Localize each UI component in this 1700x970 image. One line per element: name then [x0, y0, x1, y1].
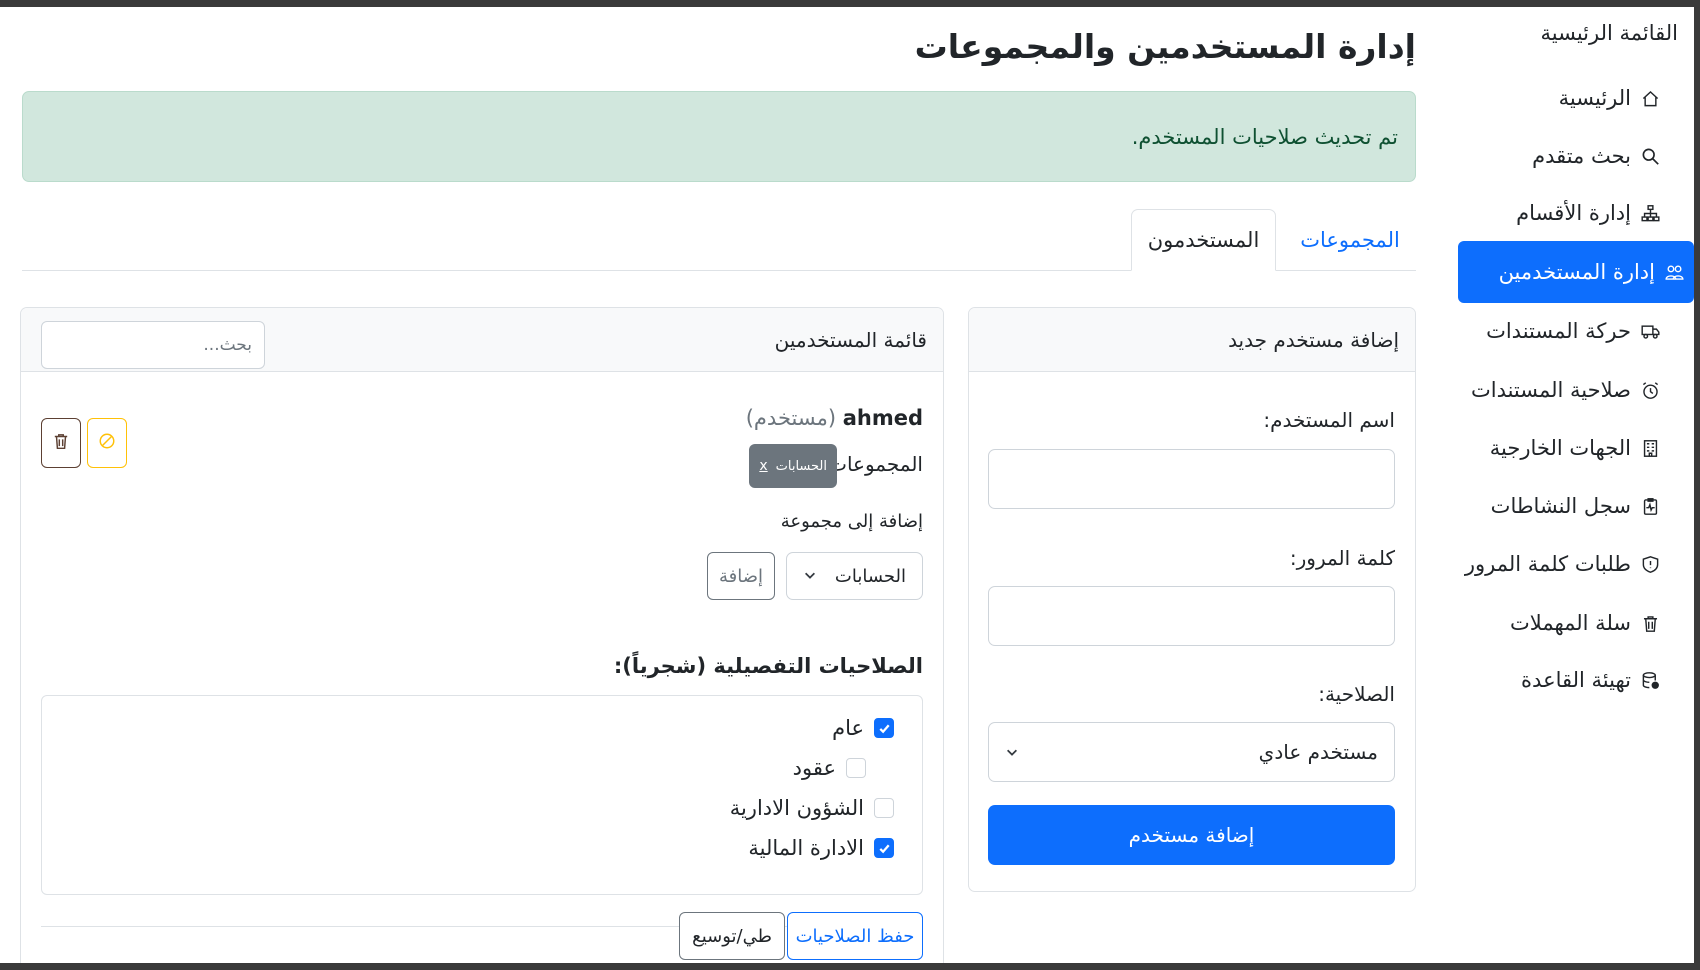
- sidebar-item-advanced-search[interactable]: بحث متقدم: [1434, 125, 1672, 187]
- sidebar-item-label: إدارة المستخدمين: [1498, 260, 1655, 284]
- password-label: كلمة المرور:: [1289, 546, 1395, 570]
- trash-icon: [52, 432, 70, 454]
- sidebar-item-trash[interactable]: سلة المهملات: [1434, 592, 1672, 654]
- truck-icon: [1640, 321, 1660, 341]
- sidebar-item-label: إدارة الأقسام: [1516, 201, 1631, 225]
- main-content: إدارة المستخدمين والمجموعات تم تحديث صلا…: [14, 7, 1416, 963]
- tab-groups[interactable]: المجموعات: [1286, 209, 1414, 271]
- users-list-title: قائمة المستخدمين: [774, 327, 927, 352]
- search-icon: [1640, 146, 1660, 166]
- sidebar-item-users[interactable]: إدارة المستخدمين: [1458, 241, 1694, 303]
- add-user-button[interactable]: إضافة مستخدم: [988, 805, 1395, 865]
- sidebar-item-label: حركة المستندات: [1486, 319, 1631, 343]
- sidebar-item-activity-log[interactable]: سجل النشاطات: [1434, 475, 1672, 537]
- permission-item-general[interactable]: عام: [832, 716, 894, 740]
- sidebar-item-label: صلاحية المستندات: [1470, 378, 1631, 402]
- shield-icon: [1640, 554, 1660, 574]
- page-title: إدارة المستخدمين والمجموعات: [914, 27, 1416, 66]
- sidebar-item-label: سجل النشاطات: [1490, 494, 1631, 518]
- sidebar-item-label: الرئيسية: [1558, 86, 1631, 110]
- sidebar-item-label: تهيئة القاعدة: [1521, 668, 1631, 692]
- group-select-value: الحسابات: [834, 565, 906, 587]
- sidebar-item-departments[interactable]: إدارة الأقسام: [1434, 182, 1672, 244]
- users-list-card: قائمة المستخدمين بحث... ahmed (مستخدم) ا…: [20, 307, 944, 963]
- permission-label: الشؤون الادارية: [729, 796, 864, 820]
- sidebar-item-password-requests[interactable]: طلبات كلمة المرور: [1434, 533, 1672, 595]
- checkbox-checked[interactable]: [874, 838, 894, 858]
- chevron-down-icon: [1005, 740, 1019, 764]
- diagram-icon: [1640, 203, 1660, 223]
- password-field[interactable]: [988, 586, 1395, 646]
- permission-item-administrative-affairs[interactable]: الشؤون الادارية: [730, 796, 894, 820]
- permissions-tree: عام عقود الشؤون الادارية الادارة المالية: [41, 695, 923, 895]
- people-icon: [1664, 262, 1684, 282]
- remove-group-button[interactable]: x: [759, 458, 767, 474]
- save-permissions-button[interactable]: حفظ الصلاحيات: [787, 912, 923, 960]
- group-badge-label: الحسابات: [775, 458, 827, 474]
- permission-label: عام: [832, 716, 864, 740]
- chevron-down-icon: [803, 566, 817, 587]
- app-window: القائمة الرئيسية الرئيسية بحث متقدم إدار…: [0, 7, 1700, 963]
- user-name: ahmed: [842, 406, 923, 430]
- sidebar-item-database-setup[interactable]: تهيئة القاعدة: [1434, 649, 1672, 711]
- toggle-tree-button[interactable]: طي/توسيع: [679, 912, 785, 960]
- users-list-card-header: قائمة المستخدمين بحث...: [21, 308, 943, 372]
- sidebar-item-label: سلة المهملات: [1510, 611, 1631, 635]
- user-search-input[interactable]: بحث...: [41, 321, 265, 369]
- window-edge: [1694, 0, 1700, 970]
- sidebar-item-document-movement[interactable]: حركة المستندات: [1434, 300, 1672, 362]
- house-icon: [1640, 88, 1660, 108]
- user-role: (مستخدم): [745, 406, 837, 430]
- username-label: اسم المستخدم:: [1263, 408, 1395, 432]
- database-gear-icon: [1640, 670, 1660, 690]
- permissions-title: الصلاحيات التفصيلية (شجرياً):: [613, 654, 923, 678]
- add-user-card: إضافة مستخدم جديد اسم المستخدم: كلمة الم…: [968, 307, 1416, 892]
- slash-circle-icon: [98, 432, 116, 454]
- tab-bar: المستخدمون المجموعات: [22, 209, 1416, 271]
- sidebar-item-external-parties[interactable]: الجهات الخارجية: [1434, 417, 1672, 479]
- role-select-value: مستخدم عادي: [1258, 740, 1378, 764]
- permission-item-contracts[interactable]: عقود: [793, 756, 866, 780]
- permission-label: الادارة المالية: [748, 836, 864, 860]
- sidebar-item-label: طلبات كلمة المرور: [1464, 552, 1631, 576]
- add-to-group-button[interactable]: إضافة: [707, 552, 775, 600]
- sidebar-heading: القائمة الرئيسية: [1540, 21, 1678, 45]
- checkbox-unchecked[interactable]: [846, 758, 866, 778]
- alarm-icon: [1640, 380, 1660, 400]
- success-alert: تم تحديث صلاحيات المستخدم.: [22, 91, 1416, 182]
- add-user-card-header: إضافة مستخدم جديد: [969, 308, 1415, 372]
- tab-users[interactable]: المستخدمون: [1131, 209, 1276, 271]
- username-field[interactable]: [988, 449, 1395, 509]
- clipboard-pulse-icon: [1640, 496, 1660, 516]
- role-select[interactable]: مستخدم عادي: [988, 722, 1395, 782]
- alert-message: تم تحديث صلاحيات المستخدم.: [1131, 124, 1398, 149]
- permission-label: عقود: [792, 756, 836, 780]
- delete-user-button[interactable]: [41, 418, 81, 468]
- checkbox-checked[interactable]: [874, 718, 894, 738]
- building-icon: [1640, 438, 1660, 458]
- sidebar-item-document-validity[interactable]: صلاحية المستندات: [1434, 359, 1672, 421]
- trash-icon: [1640, 613, 1660, 633]
- user-name-line: ahmed (مستخدم): [746, 406, 923, 430]
- role-label: الصلاحية:: [1318, 682, 1395, 706]
- checkbox-unchecked[interactable]: [874, 798, 894, 818]
- add-to-group-label: إضافة إلى مجموعة: [780, 511, 923, 532]
- group-select[interactable]: الحسابات: [786, 552, 923, 600]
- group-badge: الحسابات x: [749, 444, 837, 488]
- sidebar-item-label: الجهات الخارجية: [1489, 436, 1631, 460]
- sidebar: القائمة الرئيسية الرئيسية بحث متقدم إدار…: [1434, 7, 1694, 963]
- search-placeholder: بحث...: [203, 335, 252, 355]
- sidebar-item-home[interactable]: الرئيسية: [1434, 67, 1672, 129]
- disable-user-button[interactable]: [87, 418, 127, 468]
- permission-item-finance[interactable]: الادارة المالية: [748, 836, 894, 860]
- sidebar-item-label: بحث متقدم: [1532, 144, 1631, 168]
